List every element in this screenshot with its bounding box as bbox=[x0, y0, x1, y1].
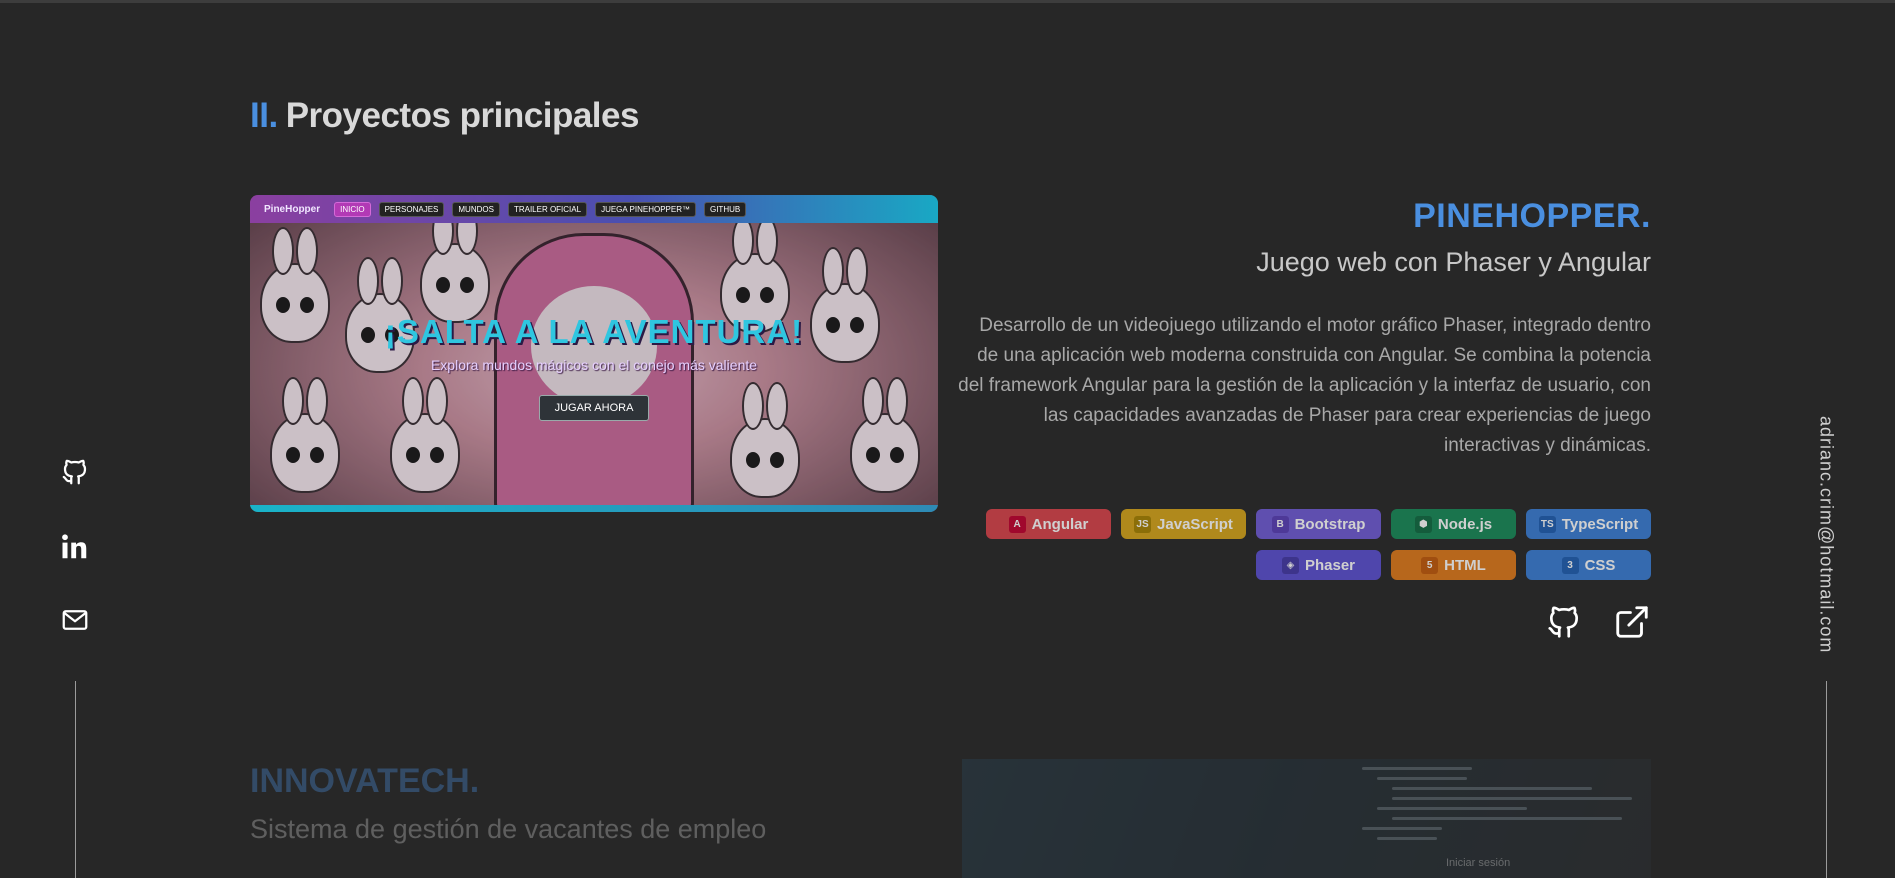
tech-tag-label: JavaScript bbox=[1157, 515, 1233, 533]
tech-tag-phaser: ◈ Phaser bbox=[1256, 550, 1381, 580]
mockup-nav-item: TRAILER OFICIAL bbox=[507, 201, 588, 217]
github-icon bbox=[1548, 606, 1579, 638]
project2-title: INNOVATECH. bbox=[250, 762, 480, 800]
tech-tag-angular: A Angular bbox=[986, 509, 1111, 539]
tech-tag-label: CSS bbox=[1584, 556, 1616, 574]
external-link-icon bbox=[1616, 606, 1648, 638]
tech-tag-label: TypeScript bbox=[1561, 515, 1639, 533]
tech-tag-javascript: JS JavaScript bbox=[1121, 509, 1246, 539]
node-js-icon: ⬢ bbox=[1414, 515, 1432, 533]
mockup-play-button: JUGAR AHORA bbox=[539, 395, 649, 421]
css-icon: 3 bbox=[1561, 556, 1579, 574]
tech-tags: A Angular JS JavaScript B Bootstrap ⬢ Node.js TS… bbox=[958, 509, 1651, 580]
tech-tag-typescript: TS TypeScript bbox=[1526, 509, 1651, 539]
github-icon bbox=[62, 459, 87, 485]
email-link[interactable]: adrianc.crim@hotmail.com bbox=[1813, 412, 1839, 657]
mockup-nav-item: GITHUB bbox=[703, 201, 747, 217]
project-title: PINEHOPPER. bbox=[1413, 197, 1651, 235]
github-link[interactable] bbox=[58, 455, 92, 489]
tech-tag-label: Phaser bbox=[1304, 556, 1356, 574]
linkedin-icon bbox=[62, 534, 87, 559]
section-title: Proyectos principales bbox=[285, 96, 640, 135]
mail-link[interactable] bbox=[58, 603, 92, 637]
pinehopper-preview-image[interactable]: PineHopper INICIO PERSONAJES MUNDOS TRAI… bbox=[250, 195, 938, 512]
angular-icon: A bbox=[1008, 515, 1026, 533]
tech-tag-label: Angular bbox=[1031, 515, 1089, 533]
left-rail-line bbox=[75, 681, 76, 878]
mockup-login-text: Iniciar sesión bbox=[1446, 857, 1511, 869]
mockup-logo: PineHopper bbox=[264, 203, 321, 215]
project2-subtitle: Sistema de gestión de vacantes de empleo bbox=[250, 814, 767, 844]
innovatech-preview-image[interactable]: Iniciar sesión bbox=[962, 759, 1651, 878]
html-icon: 5 bbox=[1421, 556, 1439, 574]
project-subtitle: Juego web con Phaser y Angular bbox=[1256, 247, 1651, 277]
tech-tag-label: Node.js bbox=[1437, 515, 1493, 533]
tech-tag-label: HTML bbox=[1444, 556, 1486, 574]
section-number: II. bbox=[250, 96, 278, 135]
mockup-navbar: PineHopper INICIO PERSONAJES MUNDOS TRAI… bbox=[250, 195, 938, 223]
mockup-nav-item: INICIO bbox=[334, 201, 371, 217]
tech-tag-label: Bootstrap bbox=[1294, 515, 1366, 533]
mockup-bottom-bar bbox=[250, 505, 938, 512]
linkedin-link[interactable] bbox=[58, 530, 92, 564]
mockup-hero-subtitle: Explora mundos mágicos con el conejo más… bbox=[430, 357, 758, 373]
project-links bbox=[1545, 603, 1651, 641]
mockup-nav-item: MUNDOS bbox=[452, 201, 500, 217]
phaser-icon: ◈ bbox=[1281, 556, 1299, 574]
top-border bbox=[0, 0, 1895, 3]
mockup-nav-item: PERSONAJES bbox=[378, 201, 445, 217]
right-rail-line bbox=[1826, 681, 1827, 878]
typescript-icon: TS bbox=[1538, 515, 1556, 533]
project-description: Desarrollo de un videojuego utilizando e… bbox=[958, 315, 1651, 456]
mail-icon bbox=[62, 610, 88, 630]
mockup-nav-item: JUEGA PINEHOPPER™ bbox=[595, 201, 696, 217]
mockup-hero-title: ¡SALTA A LA AVENTURA! bbox=[384, 313, 804, 350]
javascript-icon: JS bbox=[1134, 515, 1152, 533]
project-external-link[interactable] bbox=[1613, 603, 1651, 641]
tech-tag-css: 3 CSS bbox=[1526, 550, 1651, 580]
tech-tag-html: 5 HTML bbox=[1391, 550, 1516, 580]
tech-tag-bootstrap: B Bootstrap bbox=[1256, 509, 1381, 539]
section-heading: II. Proyectos principales bbox=[250, 96, 639, 136]
bootstrap-icon: B bbox=[1271, 515, 1289, 533]
tech-tag-node-js: ⬢ Node.js bbox=[1391, 509, 1516, 539]
project-github-link[interactable] bbox=[1545, 603, 1583, 641]
